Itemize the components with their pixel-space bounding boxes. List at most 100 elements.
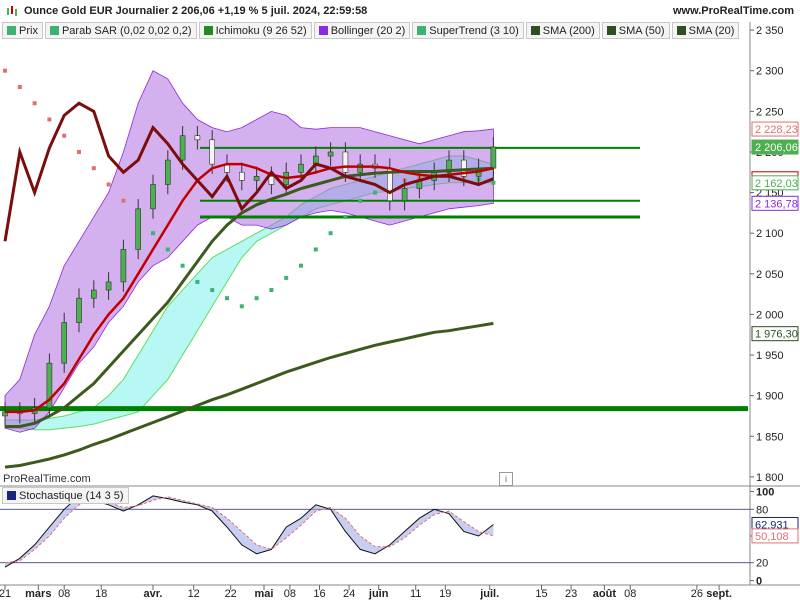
- sar-dot: [47, 117, 52, 122]
- candle-body: [135, 208, 141, 250]
- legend-swatch-icon: [7, 491, 16, 500]
- sar-dot: [225, 296, 229, 301]
- y-tick-label: 1 900: [756, 391, 784, 403]
- candle-body: [120, 249, 127, 283]
- y-tick-label: 2 350: [756, 25, 784, 37]
- price-tag: 1 976,30: [751, 326, 799, 342]
- sar-dot: [62, 133, 67, 138]
- x-tick-label: 26: [691, 588, 703, 600]
- sar-dot: [299, 263, 303, 268]
- price-tag-label: 2 162,03: [755, 178, 798, 190]
- candle-body: [76, 297, 82, 323]
- candle-body: [91, 289, 97, 299]
- sar-dot: [180, 263, 185, 268]
- x-tick-label: 11: [410, 588, 421, 600]
- legend-item-stochastic[interactable]: Stochastique (14 3 5): [2, 487, 129, 504]
- stoch-tag-label: 50,108: [755, 531, 789, 543]
- x-tick-label: août: [593, 588, 617, 600]
- sar-dot: [3, 68, 7, 73]
- info-icon[interactable]: i: [499, 472, 513, 486]
- sar-dot: [358, 198, 363, 203]
- x-tick-label: 24: [343, 588, 355, 600]
- sar-dot: [195, 279, 200, 284]
- sar-dot: [77, 149, 81, 154]
- price-axis-bg: [750, 22, 800, 487]
- sar-dot: [269, 288, 274, 293]
- candle-body: [298, 163, 304, 173]
- x-tick-label: 23: [565, 588, 577, 600]
- price-tag: 2 162,03: [751, 175, 799, 191]
- price-tag-label: 2 206,06: [755, 142, 798, 154]
- price-tag-label: 2 228,23: [755, 124, 798, 136]
- candle-body: [105, 281, 112, 291]
- x-tick-label: 22: [225, 588, 237, 600]
- x-tick-label: mai: [255, 588, 274, 600]
- candle-body: [268, 176, 275, 185]
- candle-body: [490, 146, 497, 169]
- candle-body: [150, 184, 156, 210]
- stoch-k-line: [4, 495, 494, 568]
- price-tag: 2 228,23: [751, 121, 799, 137]
- price-tag: 2 206,06: [751, 139, 799, 155]
- price-chart[interactable]: 2 3502 3002 2502 2002 1502 1002 0502 000…: [0, 0, 800, 600]
- x-tick-label: 16: [313, 588, 325, 600]
- price-tag-label: 2 136,78: [755, 198, 798, 210]
- stoch-fill: [5, 495, 494, 568]
- x-tick-label: 19: [439, 588, 451, 600]
- sar-dot: [328, 231, 333, 236]
- candle-body: [165, 159, 171, 185]
- candle-body: [342, 151, 349, 173]
- x-tick-label: 08: [58, 588, 70, 600]
- sar-dot: [210, 288, 215, 293]
- stoch-y-tick-label: 0: [756, 576, 762, 588]
- sar-dot: [165, 247, 170, 252]
- sar-dot: [491, 180, 496, 185]
- stoch-tag: 50,108: [751, 528, 799, 544]
- x-tick-label: 12: [188, 588, 200, 600]
- y-tick-label: 2 300: [756, 66, 784, 78]
- x-tick-label: 21: [0, 588, 11, 600]
- sar-dot: [32, 101, 37, 106]
- stochastic-label: Stochastique (14 3 5): [19, 489, 124, 502]
- candle-body: [327, 151, 334, 157]
- stoch-y-tick-label: 100: [756, 486, 774, 498]
- candle-body: [253, 176, 260, 181]
- sar-dot: [17, 84, 22, 89]
- y-tick-label: 2 100: [756, 228, 784, 240]
- candle-body: [239, 171, 245, 181]
- x-tick-label: 15: [535, 588, 547, 600]
- y-tick-label: 1 950: [756, 350, 784, 362]
- y-tick-label: 1 800: [756, 472, 784, 484]
- sar-dot: [254, 296, 259, 301]
- x-tick-label: mars: [25, 588, 51, 600]
- candle-body: [194, 135, 201, 141]
- candle-body: [209, 139, 215, 165]
- sar-dot: [151, 231, 155, 236]
- x-tick-label: sept.: [706, 588, 732, 600]
- stochastic-legend: Stochastique (14 3 5): [2, 487, 129, 504]
- y-tick-label: 2 000: [756, 309, 784, 321]
- x-tick-label: juin: [368, 588, 389, 600]
- candle-body: [179, 135, 186, 161]
- y-tick-label: 1 850: [756, 431, 784, 443]
- sar-dot: [106, 182, 111, 187]
- candle-body: [401, 188, 408, 202]
- x-tick-label: juil.: [479, 588, 499, 600]
- stoch-d-line: [4, 496, 494, 564]
- sar-dot: [121, 198, 126, 203]
- sar-dot: [373, 190, 377, 195]
- brand-label: ProRealTime.com: [3, 473, 91, 485]
- y-tick-label: 2 050: [756, 269, 784, 281]
- price-tag-label: 1 976,30: [755, 329, 798, 341]
- bollinger-band: [4, 70, 494, 433]
- x-tick-label: 08: [624, 588, 636, 600]
- stoch-y-tick-label: 80: [756, 504, 768, 516]
- candle-body: [61, 322, 68, 364]
- x-tick-label: 18: [95, 588, 107, 600]
- sar-dot: [239, 304, 244, 309]
- x-tick-label: 08: [284, 588, 296, 600]
- sar-dot: [313, 247, 318, 252]
- price-tag: 2 136,78: [751, 195, 799, 211]
- stoch-y-tick-label: 20: [756, 558, 768, 570]
- sar-dot: [284, 275, 289, 280]
